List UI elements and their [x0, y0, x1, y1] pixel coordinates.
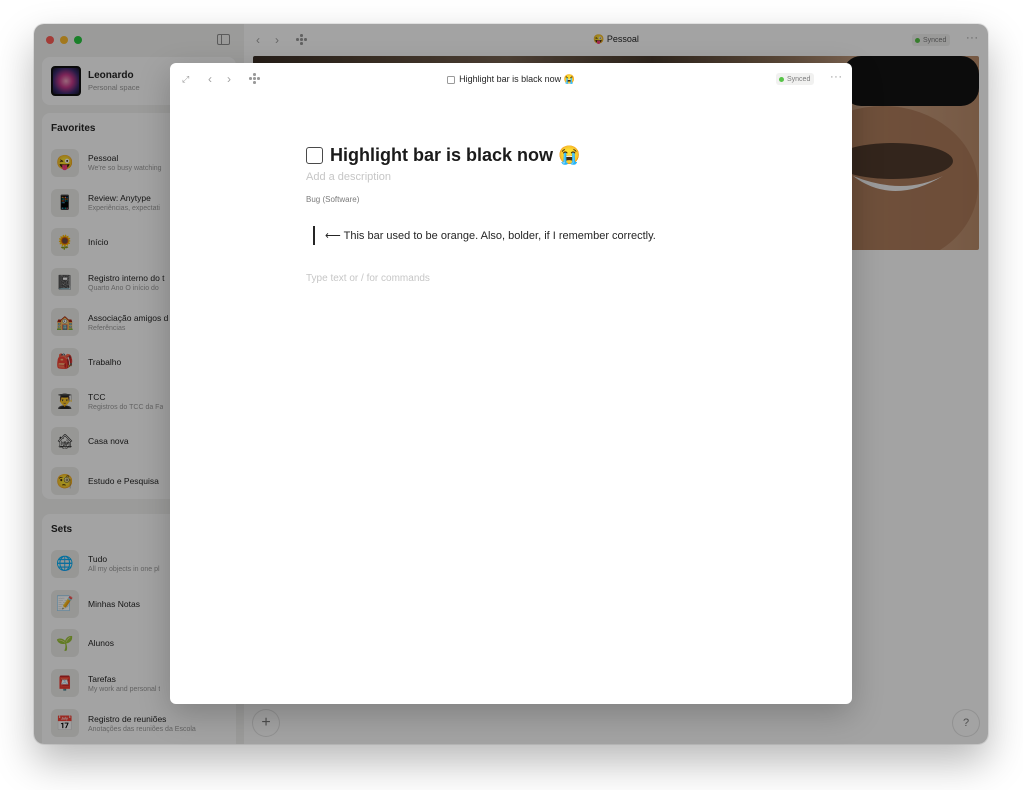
title-row: Highlight bar is black now 😭 [306, 143, 726, 167]
document-body: Highlight bar is black now 😭 Add a descr… [306, 143, 726, 284]
synced-dot-icon [779, 76, 784, 82]
body-text-input[interactable]: Type text or / for commands [306, 273, 430, 284]
checkbox-icon [447, 75, 456, 84]
object-type-label[interactable]: Bug (Software) [306, 195, 726, 204]
more-menu-button[interactable]: ··· [830, 71, 843, 83]
done-checkbox[interactable] [306, 146, 323, 164]
quote-block[interactable]: ⟵ This bar used to be orange. Also, bold… [313, 226, 656, 245]
object-modal: ⤢ ‹ › Highlight bar is black now 😭 Synce… [170, 63, 852, 704]
object-title[interactable]: Highlight bar is black now 😭 [330, 145, 580, 166]
modal-topbar: ⤢ ‹ › Highlight bar is black now 😭 Synce… [170, 63, 852, 95]
description-field[interactable]: Add a description [306, 171, 726, 183]
sync-status-badge[interactable]: Synced [776, 73, 815, 85]
modal-header-title: Highlight bar is black now 😭 [170, 74, 852, 85]
